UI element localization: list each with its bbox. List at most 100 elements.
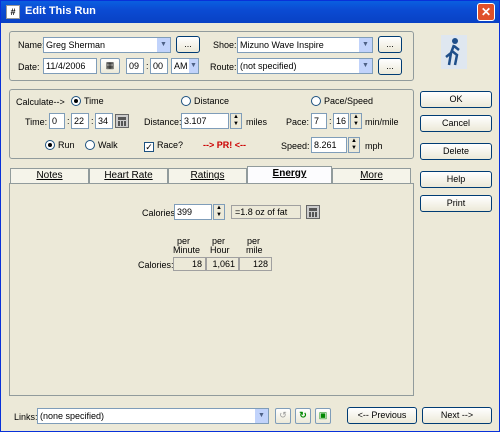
per-hour-header-2: Hour: [210, 245, 230, 255]
pr-indicator: --> PR! <--: [203, 140, 247, 150]
calendar-icon[interactable]: ▦: [100, 58, 120, 74]
name-label: Name:: [18, 40, 45, 50]
chevron-down-icon[interactable]: ▼: [156, 38, 170, 52]
help-button[interactable]: Help: [420, 171, 492, 188]
calories-per-mile: 128: [239, 257, 272, 271]
tab-notes[interactable]: Notes: [10, 168, 89, 183]
race-label: Race?: [157, 140, 184, 150]
walk-label: Walk: [98, 140, 118, 150]
shoe-label: Shoe:: [213, 40, 237, 50]
app-icon: #: [6, 5, 20, 19]
walk-radio[interactable]: Walk: [85, 140, 118, 150]
distance-label: Distance:: [144, 117, 182, 127]
print-button[interactable]: Print: [420, 195, 492, 212]
edit-run-window: # Edit This Run ✕ Name: Greg Sherman ▼ .…: [0, 0, 500, 432]
add-link-icon[interactable]: ↻: [295, 408, 311, 424]
title-bar: # Edit This Run ✕: [1, 1, 499, 23]
cancel-button[interactable]: Cancel: [420, 115, 492, 132]
pace-minutes-field[interactable]: 7: [311, 113, 327, 129]
run-radio[interactable]: Run: [45, 140, 75, 150]
chevron-down-icon[interactable]: ▼: [188, 59, 198, 73]
next-button[interactable]: Next -->: [422, 407, 492, 424]
runner-icon: [441, 35, 467, 69]
pace-label: Pace:: [286, 117, 310, 127]
calc-distance-radio[interactable]: Distance: [181, 96, 229, 106]
distance-field[interactable]: 3.107: [181, 113, 229, 129]
date-label: Date:: [18, 62, 40, 72]
radio-icon[interactable]: [85, 140, 95, 150]
pace-colon: :: [329, 116, 332, 126]
time-hours-field[interactable]: 0: [49, 113, 65, 129]
previous-button[interactable]: <-- Previous: [347, 407, 417, 424]
speed-spinner[interactable]: ▲ ▼: [348, 137, 360, 153]
shoe-value: Mizuno Wave Inspire: [240, 40, 324, 50]
speed-label: Speed:: [281, 141, 310, 151]
route-value: (not specified): [240, 61, 297, 71]
pace-spinner[interactable]: ▲ ▼: [350, 113, 362, 129]
speed-field[interactable]: 8.261: [311, 137, 347, 153]
calories-rate-label: Calories:: [138, 260, 174, 270]
edit-link-icon[interactable]: ▣: [315, 408, 331, 424]
chevron-down-icon[interactable]: ▼: [254, 409, 268, 423]
ok-button[interactable]: OK: [420, 91, 492, 108]
run-label: Run: [58, 140, 75, 150]
tab-more[interactable]: More: [332, 168, 411, 183]
tab-energy[interactable]: Energy: [247, 166, 332, 184]
speed-unit: mph: [365, 141, 383, 151]
calculate-label: Calculate-->: [16, 97, 65, 107]
calories-field[interactable]: 399: [174, 204, 212, 220]
close-button[interactable]: ✕: [477, 3, 495, 21]
calculator-icon[interactable]: [306, 205, 320, 219]
calculator-icon[interactable]: [115, 114, 129, 128]
calc-pace-label: Pace/Speed: [324, 96, 374, 106]
date-field[interactable]: 11/4/2006: [43, 58, 97, 74]
pace-seconds-field[interactable]: 16: [333, 113, 349, 129]
chevron-down-icon[interactable]: ▼: [358, 38, 372, 52]
race-checkbox[interactable]: ✓ Race?: [144, 140, 183, 152]
ampm-select[interactable]: AM ▼: [171, 58, 199, 74]
tab-ratings[interactable]: Ratings: [168, 168, 247, 183]
per-minute-header-2: Minute: [173, 245, 201, 255]
calories-spinner[interactable]: ▲ ▼: [213, 204, 225, 220]
route-select[interactable]: (not specified) ▼: [237, 58, 373, 74]
calories-label: Calories:: [142, 208, 178, 218]
fat-equivalent: =1.8 oz of fat: [231, 205, 301, 219]
time-label: Time:: [25, 117, 48, 127]
links-label: Links:: [14, 412, 38, 422]
radio-selected-icon[interactable]: [45, 140, 55, 150]
calc-pace-radio[interactable]: Pace/Speed: [311, 96, 373, 106]
name-browse-button[interactable]: ...: [176, 36, 200, 53]
window-title: Edit This Run: [25, 5, 96, 17]
calc-time-radio[interactable]: Time: [71, 96, 104, 106]
calories-per-minute: 18: [173, 257, 206, 271]
name-select[interactable]: Greg Sherman ▼: [43, 37, 171, 53]
time-seconds-field[interactable]: 34: [95, 113, 113, 129]
route-label: Route:: [210, 62, 237, 72]
calc-distance-label: Distance: [194, 96, 230, 106]
checkmark-icon[interactable]: ✓: [144, 142, 154, 152]
route-browse-button[interactable]: ...: [378, 58, 402, 75]
distance-spinner[interactable]: ▲ ▼: [230, 113, 242, 129]
open-link-icon[interactable]: ↺: [275, 408, 291, 424]
calories-per-hour: 1,061: [206, 257, 239, 271]
radio-icon[interactable]: [181, 96, 191, 106]
chevron-down-icon[interactable]: ▼: [358, 59, 372, 73]
time-colon: :: [146, 61, 149, 71]
links-value: (none specified): [40, 411, 105, 421]
time-minutes-field[interactable]: 22: [71, 113, 89, 129]
radio-selected-icon[interactable]: [71, 96, 81, 106]
start-minute-field[interactable]: 00: [150, 58, 168, 74]
time-colon-1: :: [67, 116, 70, 126]
time-colon-2: :: [91, 116, 94, 126]
per-mile-header-2: mile: [246, 245, 263, 255]
tab-heart-rate[interactable]: Heart Rate: [89, 168, 168, 183]
delete-button[interactable]: Delete: [420, 143, 492, 160]
shoe-browse-button[interactable]: ...: [378, 36, 402, 53]
links-select[interactable]: (none specified) ▼: [37, 408, 269, 424]
start-hour-field[interactable]: 09: [126, 58, 144, 74]
name-value: Greg Sherman: [46, 40, 106, 50]
shoe-select[interactable]: Mizuno Wave Inspire ▼: [237, 37, 373, 53]
pace-unit: min/mile: [365, 117, 399, 127]
ampm-value: AM: [174, 61, 188, 71]
radio-icon[interactable]: [311, 96, 321, 106]
